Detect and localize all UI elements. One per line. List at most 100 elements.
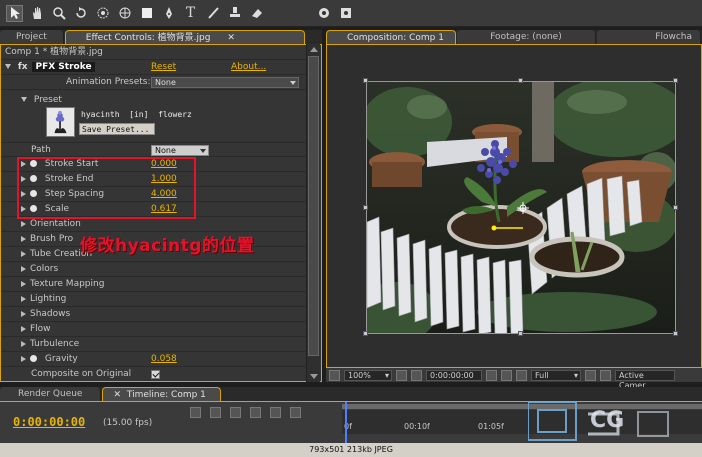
group-label: Turbulence [30,339,80,349]
tab-timeline[interactable]: ✕ Timeline: Comp 1 [102,387,221,401]
draft-3d-icon[interactable] [230,407,241,418]
zoom-tool-icon[interactable] [50,5,67,22]
composition-mini-flowchart-icon[interactable] [190,407,201,418]
color-channel-icon[interactable] [516,369,527,381]
zoom-dropdown[interactable]: 100% ▾ [344,369,392,381]
reset-link[interactable]: Reset [151,60,176,75]
group-row-shadows[interactable]: Shadows [1,307,306,322]
pen-tool-icon[interactable] [160,5,177,22]
selection-tool-icon[interactable] [6,4,23,22]
layer-handle[interactable] [673,331,678,336]
effect-row-pfx-stroke[interactable]: fx PFX Stroke Reset About... [1,60,306,75]
person-icon[interactable] [501,369,512,381]
always-preview-icon[interactable] [329,369,340,381]
graph-editor-icon[interactable] [290,407,301,418]
fx-icon[interactable]: fx [18,62,28,72]
layer-handle[interactable] [518,331,523,336]
type-tool-icon[interactable]: T [182,5,199,22]
animation-presets-dropdown[interactable]: None [151,77,299,88]
expand-triangle-icon[interactable] [21,235,26,242]
scroll-up-icon[interactable] [310,47,318,52]
expand-triangle-icon[interactable] [21,340,26,347]
effect-controls-scrollbar[interactable] [306,44,320,382]
composition-image[interactable] [366,81,676,334]
eraser-tool-icon[interactable] [248,5,265,22]
ruler-tick: 01:05f [478,422,504,431]
close-icon[interactable]: ✕ [113,390,121,400]
group-row-flow[interactable]: Flow [1,322,306,337]
hand-tool-icon[interactable] [28,5,45,22]
camera-icon[interactable] [486,369,497,381]
composite-checkbox[interactable] [151,370,160,379]
expand-triangle-icon[interactable] [21,220,26,227]
scroll-down-icon[interactable] [310,374,318,379]
puppet-pin-tool-icon[interactable] [315,5,332,22]
orbit-camera-tool-icon[interactable] [94,5,111,22]
rotation-tool-icon[interactable] [72,5,89,22]
group-row-texture-mapping[interactable]: Texture Mapping [1,277,306,292]
tab-flowchart[interactable]: Flowcha [597,30,701,44]
snapshot-icon[interactable] [411,369,422,381]
layer-handle[interactable] [673,78,678,83]
preset-thumbnail[interactable] [46,107,75,137]
preset-group-row[interactable]: Preset [1,93,306,108]
group-label: Lighting [30,294,67,304]
param-value[interactable]: 0.058 [151,352,177,367]
param-row-gravity[interactable]: Gravity 0.058 [1,352,306,367]
expand-triangle-icon[interactable] [21,295,26,302]
resolution-value: Full [535,370,549,380]
live-update-icon[interactable] [210,407,221,418]
timeline-fps: (15.00 fps) [103,418,153,428]
animation-presets-row: Animation Presets: None [1,75,306,90]
brush-tool-icon[interactable] [204,5,221,22]
expand-triangle-icon[interactable] [5,64,11,69]
expand-triangle-icon[interactable] [21,280,26,287]
tab-footage[interactable]: Footage: (none) [456,30,597,44]
resolution-dropdown[interactable]: Full ▾ [531,369,581,381]
group-row-orientation[interactable]: Orientation [1,217,306,232]
param-label: Gravity [44,354,78,364]
group-row-colors[interactable]: Colors [1,262,306,277]
tab-project[interactable]: Project [0,30,64,44]
stopwatch-icon[interactable] [30,355,37,362]
expand-triangle-icon[interactable] [21,355,26,362]
tab-composition[interactable]: Composition: Comp 1 ✕ [326,30,456,57]
tab-effect-controls[interactable]: Effect Controls: 植物背景.jpg ✕ [64,30,305,44]
timeline-timecode[interactable]: 0:00:00:00 [13,415,85,429]
motion-blur-icon[interactable] [270,407,281,418]
close-icon[interactable]: ✕ [227,33,235,43]
viewer-timecode[interactable]: 0:00:00:00 [426,369,482,381]
clone-stamp-tool-icon[interactable] [226,5,243,22]
group-label: Orientation [30,219,81,229]
layer-handle[interactable] [363,331,368,336]
tab-render-queue[interactable]: Render Queue [0,387,102,401]
expand-triangle-icon[interactable] [21,250,26,257]
save-preset-button[interactable]: Save Preset... [79,123,155,135]
right-tabbar: Composition: Comp 1 ✕ Footage: (none) Fl… [326,30,702,57]
expand-triangle-icon[interactable] [21,97,27,102]
layer-handle[interactable] [363,78,368,83]
about-link[interactable]: About... [231,60,266,75]
group-label: Shadows [30,309,71,319]
scroll-thumb[interactable] [308,56,319,356]
layer-handle[interactable] [518,78,523,83]
expand-triangle-icon[interactable] [21,325,26,332]
composition-viewer[interactable] [326,44,702,368]
path-dropdown[interactable]: None [151,145,209,156]
expand-triangle-icon[interactable] [21,265,26,272]
hide-shy-layers-icon[interactable] [250,407,261,418]
region-of-interest-icon[interactable] [585,369,596,381]
group-row-turbulence[interactable]: Turbulence [1,337,306,352]
pan-behind-tool-icon[interactable] [116,5,133,22]
current-time-indicator[interactable] [345,402,347,444]
layer-handle[interactable] [363,205,368,210]
camera-dropdown[interactable]: Active Camer [615,369,675,390]
transparency-grid-icon[interactable] [600,369,611,381]
rectangle-mask-tool-icon[interactable] [138,5,155,22]
workspace-toggle-icon[interactable] [337,5,354,22]
expand-triangle-icon[interactable] [21,310,26,317]
grid-icon[interactable] [396,369,407,381]
ruler-tick: 00:10f [404,422,430,431]
group-row-lighting[interactable]: Lighting [1,292,306,307]
layer-handle[interactable] [673,205,678,210]
